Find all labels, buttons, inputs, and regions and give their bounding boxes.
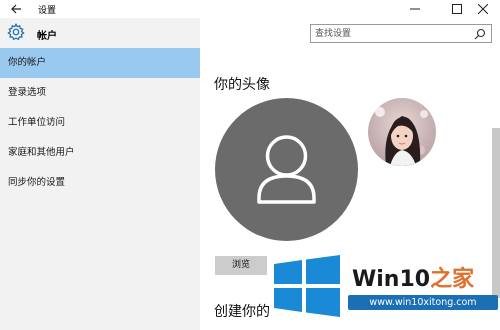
windows-logo-icon — [274, 255, 340, 317]
sidebar-item-family-other-users[interactable]: 家庭和其他用户 — [0, 138, 200, 168]
sidebar-item-work-access[interactable]: 工作单位访问 — [0, 108, 200, 138]
sidebar-item-your-account[interactable]: 你的帐户 — [0, 48, 200, 78]
watermark-brand: Win10之家 — [352, 261, 474, 293]
person-icon — [257, 135, 316, 204]
close-icon — [478, 4, 488, 14]
portrait-image — [368, 98, 436, 166]
minimize-button[interactable] — [398, 1, 432, 17]
app-header: 帐户 — [0, 18, 200, 48]
back-arrow-icon[interactable] — [9, 2, 23, 16]
recent-avatar-photo[interactable] — [368, 98, 436, 166]
app-name: 帐户 — [37, 31, 57, 42]
sidebar: 帐户 你的帐户 登录选项 工作单位访问 家庭和其他用户 同步你的设置 — [0, 18, 200, 330]
title-bar: 设置 — [0, 0, 500, 18]
watermark-brand-suffix: 之家 — [430, 267, 475, 292]
gear-icon — [7, 23, 25, 41]
sidebar-nav: 你的帐户 登录选项 工作单位访问 家庭和其他用户 同步你的设置 — [0, 48, 200, 198]
search-icon[interactable] — [474, 28, 486, 40]
maximize-icon — [452, 4, 462, 14]
create-avatar-heading: 创建你的 — [214, 304, 270, 320]
search-box[interactable] — [310, 24, 492, 43]
watermark: Win10之家 www.win10xitong.com — [268, 254, 500, 330]
search-input[interactable] — [315, 28, 465, 40]
sidebar-item-sync-settings[interactable]: 同步你的设置 — [0, 168, 200, 198]
minimize-icon — [410, 8, 420, 10]
watermark-url: www.win10xitong.com — [348, 295, 498, 310]
sidebar-item-sign-in-options[interactable]: 登录选项 — [0, 78, 200, 108]
watermark-brand-prefix: Win10 — [352, 267, 431, 292]
page-heading: 你的头像 — [214, 77, 270, 93]
user-avatar-large — [215, 98, 358, 241]
close-button[interactable] — [466, 1, 500, 17]
window-title: 设置 — [38, 6, 57, 16]
browse-button[interactable]: 浏览 — [215, 256, 267, 275]
